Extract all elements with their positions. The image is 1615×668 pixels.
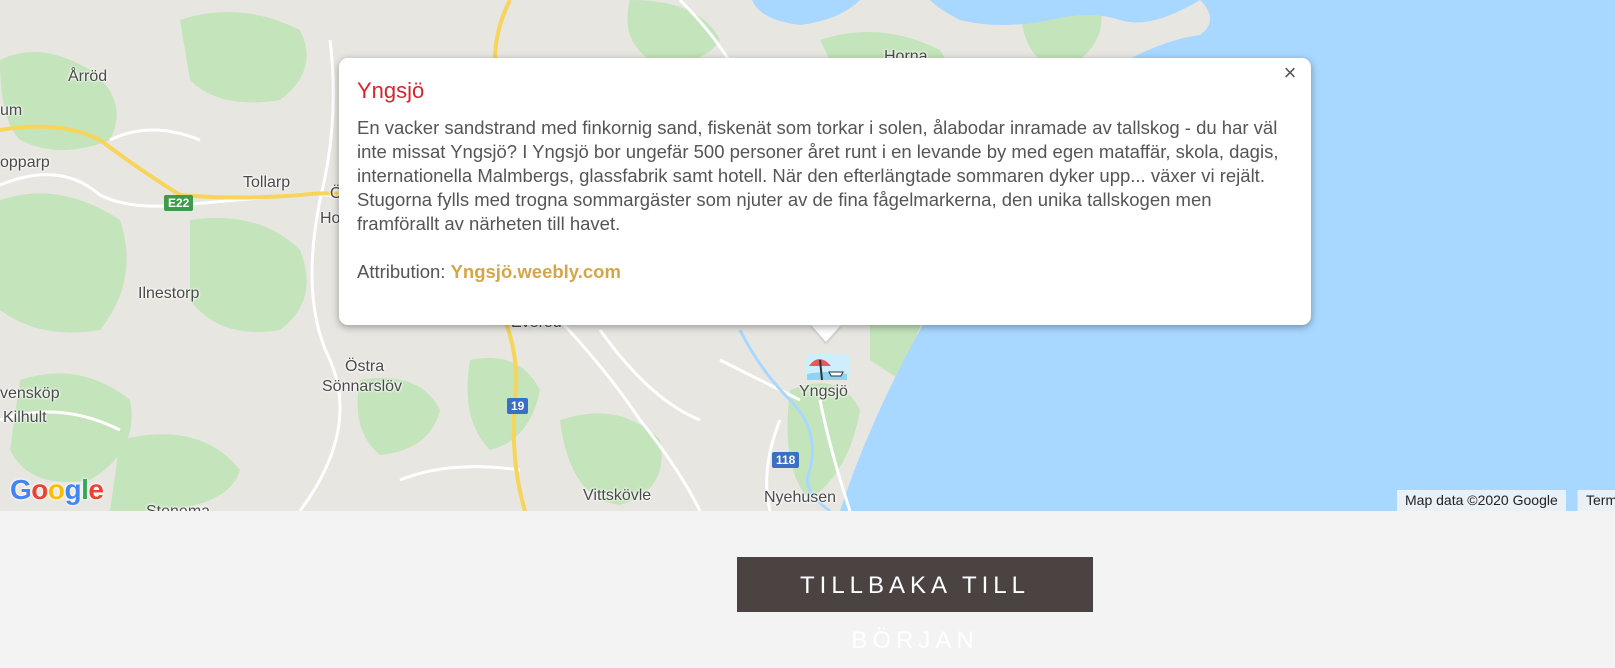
- popup-attribution: Attribution: Yngsjö.weebly.com: [357, 261, 621, 283]
- terms-link[interactable]: Term: [1577, 490, 1615, 511]
- place-label: Ilnestorp: [138, 285, 200, 302]
- place-label: Vittskövle: [583, 487, 652, 504]
- place-label: opparp: [0, 154, 50, 171]
- place-label: Stenema: [146, 503, 210, 511]
- back-to-start-button[interactable]: TILLBAKA TILL BÖRJAN: [737, 557, 1093, 654]
- road-shield: 118: [772, 452, 800, 468]
- google-logo: Google: [10, 474, 104, 505]
- road-shield: 19: [507, 398, 529, 414]
- attribution-link[interactable]: Yngsjö.weebly.com: [451, 261, 621, 282]
- place-label: Sönnarslöv: [322, 378, 403, 395]
- beach-umbrella-icon[interactable]: [803, 350, 851, 384]
- place-label: Tollarp: [243, 174, 291, 191]
- place-label: Ho: [320, 210, 341, 227]
- attribution-label: Attribution:: [357, 261, 446, 282]
- popup-title: Yngsjö: [357, 78, 425, 103]
- popup-pointer: [810, 324, 842, 342]
- place-label: Nyehusen: [764, 489, 837, 506]
- road-shield: E22: [164, 195, 194, 211]
- place-label: Östra: [345, 358, 385, 375]
- place-label: Kilhult: [3, 409, 47, 426]
- place-label: vensköp: [0, 385, 60, 402]
- map-view[interactable]: Årröd um opparp Tollarp Ö Ho Ilnestorp E…: [0, 0, 1615, 511]
- info-window: Yngsjö × En vacker sandstrand med finkor…: [339, 58, 1311, 325]
- close-icon[interactable]: ×: [1277, 60, 1303, 86]
- popup-description: En vacker sandstrand med finkornig sand,…: [357, 117, 1279, 234]
- map-data-attribution: Map data ©2020 Google: [1397, 490, 1566, 511]
- place-label: Yngsjö: [799, 383, 848, 400]
- place-label: um: [0, 102, 23, 119]
- place-label: Årröd: [68, 68, 108, 85]
